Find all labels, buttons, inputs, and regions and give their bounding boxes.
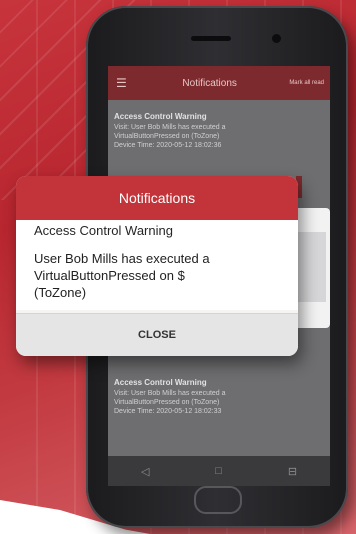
mark-all-read-button[interactable]: Mark all read: [289, 80, 324, 86]
dialog-title: Notifications: [16, 176, 298, 220]
notification-card[interactable]: Access Control Warning Visit: User Bob M…: [114, 112, 322, 150]
back-triangle-icon[interactable]: ◁: [141, 465, 149, 478]
app-header: ☰ Notifications Mark all read: [108, 66, 330, 100]
notification-line: Visit: User Bob Mills has executed a: [114, 124, 226, 131]
android-nav-bar: ◁ □ ⊟: [108, 456, 330, 486]
home-square-icon[interactable]: □: [215, 465, 222, 477]
dialog-message: User Bob Mills has executed a VirtualBut…: [16, 240, 298, 310]
notification-time: Device Time: 2020-05-12 18:02:36: [114, 142, 222, 149]
dialog-subtitle: Access Control Warning: [16, 220, 298, 240]
notification-card[interactable]: Access Control Warning Visit: User Bob M…: [114, 378, 322, 416]
close-button[interactable]: CLOSE: [16, 313, 298, 356]
notification-dialog: Notifications Access Control Warning Use…: [16, 176, 298, 356]
phone-home-button[interactable]: [194, 486, 242, 514]
hamburger-icon[interactable]: ☰: [116, 76, 130, 90]
phone-speaker: [191, 36, 231, 41]
background-card-edge: [298, 208, 330, 328]
notification-line: Visit: User Bob Mills has executed a: [114, 390, 226, 397]
notification-title: Access Control Warning: [114, 378, 207, 387]
recents-icon[interactable]: ⊟: [288, 465, 297, 478]
notification-line: VirtualButtonPressed on (ToZone): [114, 133, 220, 140]
notification-line: VirtualButtonPressed on (ToZone): [114, 399, 220, 406]
phone-camera: [272, 34, 281, 43]
notification-time: Device Time: 2020-05-12 18:02:33: [114, 408, 222, 415]
app-header-title: Notifications: [182, 77, 237, 89]
notification-title: Access Control Warning: [114, 112, 207, 121]
